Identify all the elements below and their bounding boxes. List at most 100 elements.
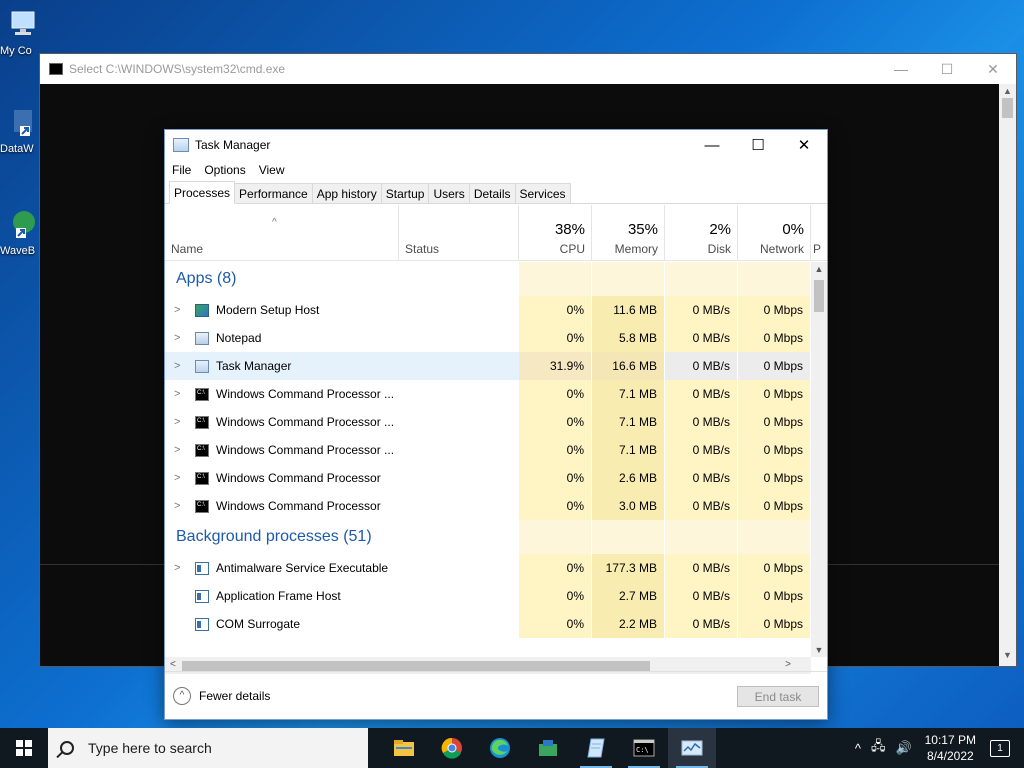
table-row[interactable]: COM Surrogate 0% 2.2 MB 0 MB/s 0 Mbps (165, 610, 811, 638)
tab-services[interactable]: Services (514, 183, 571, 203)
process-cpu: 0% (519, 464, 592, 492)
search-icon (60, 741, 74, 755)
scroll-down-icon[interactable]: ▼ (999, 650, 1016, 664)
cmd-titlebar[interactable]: Select C:\WINDOWS\system32\cmd.exe — ☐ ✕ (40, 54, 1016, 84)
close-button[interactable]: ✕ (781, 130, 827, 160)
taskbar-setup[interactable] (524, 728, 572, 768)
scroll-down-icon[interactable]: ▼ (811, 645, 827, 655)
taskbar-task-manager[interactable] (668, 728, 716, 768)
notification-center-icon[interactable]: 1 (990, 739, 1010, 757)
volume-icon[interactable]: 🔊 (895, 740, 911, 756)
chevron-right-icon[interactable]: > (174, 500, 180, 512)
scroll-thumb[interactable] (814, 280, 824, 312)
group-title: Apps (8) (176, 270, 237, 287)
process-network: 0 Mbps (738, 380, 811, 408)
chevron-right-icon[interactable]: > (174, 360, 180, 372)
column-power[interactable]: P (811, 205, 827, 260)
chevron-right-icon[interactable]: > (174, 388, 180, 400)
desktop-icon-my-computer[interactable]: My Co (0, 8, 44, 57)
table-row[interactable]: > Task Manager 31.9% 16.6 MB 0 MB/s 0 Mbps (165, 352, 811, 380)
process-memory: 2.2 MB (592, 610, 665, 638)
process-rows: Apps (8) > Modern Setup Host 0% 11.6 MB 0 MB/… (165, 262, 811, 657)
tab-details[interactable]: Details (468, 183, 516, 203)
tab-users[interactable]: Users (428, 183, 470, 203)
column-memory[interactable]: 35% Memory (592, 205, 665, 260)
chevron-right-icon[interactable]: > (174, 304, 180, 316)
tab-app-history[interactable]: App history (311, 183, 382, 203)
process-status (398, 436, 519, 464)
maximize-button[interactable]: ☐ (735, 130, 781, 160)
taskbar-edge[interactable] (476, 728, 524, 768)
menu-file[interactable]: File (172, 163, 191, 177)
minimize-button[interactable]: — (689, 130, 735, 160)
chevron-right-icon[interactable]: > (174, 444, 180, 456)
column-status[interactable]: Status (399, 205, 519, 260)
column-network[interactable]: 0% Network (738, 205, 811, 260)
taskbar-notepad[interactable] (572, 728, 620, 768)
chevron-right-icon[interactable]: > (174, 332, 180, 344)
process-memory: 7.1 MB (592, 380, 665, 408)
scroll-up-icon[interactable]: ▲ (811, 264, 827, 274)
scroll-thumb[interactable] (182, 661, 650, 671)
taskbar-file-explorer[interactable] (380, 728, 428, 768)
clock-time: 10:17 PM (924, 733, 976, 747)
desktop-icon-dataw[interactable]: DataW (0, 106, 44, 155)
table-row[interactable]: >Windows Command Processor ...0%7.1 MB0 … (165, 380, 811, 408)
process-status (398, 582, 519, 610)
desktop-icon-waveb[interactable]: WaveB (0, 208, 44, 257)
table-row[interactable]: > Notepad 0% 5.8 MB 0 MB/s 0 Mbps (165, 324, 811, 352)
table-row[interactable]: > Antimalware Service Executable 0% 177.3 M… (165, 554, 811, 582)
scroll-thumb[interactable] (1002, 98, 1013, 118)
table-row[interactable]: > Modern Setup Host 0% 11.6 MB 0 MB/s 0 Mbps (165, 296, 811, 324)
cmd-scrollbar[interactable]: ▲ ▼ (999, 84, 1016, 666)
task-manager-window[interactable]: Task Manager — ☐ ✕ File Options View Pro… (164, 129, 828, 720)
process-disk: 0 MB/s (665, 352, 738, 380)
column-disk[interactable]: 2% Disk (665, 205, 738, 260)
close-button[interactable]: ✕ (970, 54, 1016, 84)
process-network: 0 Mbps (738, 610, 811, 638)
shortcut-icon (13, 211, 35, 238)
group-header[interactable]: Apps (8) (165, 262, 811, 296)
chevron-right-icon[interactable]: > (174, 416, 180, 428)
start-button[interactable] (0, 728, 48, 768)
tab-startup[interactable]: Startup (380, 183, 430, 203)
maximize-button[interactable]: ☐ (924, 54, 970, 84)
service-icon (195, 617, 209, 631)
show-hidden-icons-chevron-icon[interactable]: ^ (855, 741, 861, 756)
table-row[interactable]: Application Frame Host 0% 2.7 MB 0 MB/s 0 Mb… (165, 582, 811, 610)
setup-icon (195, 303, 209, 317)
taskbar-chrome[interactable] (428, 728, 476, 768)
process-network: 0 Mbps (738, 324, 811, 352)
table-row[interactable]: >Windows Command Processor ...0%7.1 MB0 … (165, 408, 811, 436)
chevron-right-icon[interactable]: > (174, 562, 180, 574)
minimize-button[interactable]: — (878, 54, 924, 84)
table-row[interactable]: >Windows Command Processor ...0%7.1 MB0 … (165, 436, 811, 464)
vertical-scrollbar[interactable]: ▲ ▼ (811, 262, 827, 657)
taskbar-cmd[interactable]: C:\ (620, 728, 668, 768)
table-row[interactable]: > Windows Command Processor 0%2.6 MB0 MB/s… (165, 464, 811, 492)
scroll-left-icon[interactable]: < (170, 659, 176, 670)
table-row[interactable]: > Windows Command Processor 0%3.0 MB0 MB/s… (165, 492, 811, 520)
tab-processes[interactable]: Processes (169, 181, 236, 204)
process-name: Antimalware Service Executable (216, 561, 389, 575)
menu-view[interactable]: View (259, 163, 285, 177)
clock[interactable]: 10:17 PM 8/4/2022 (925, 732, 976, 764)
menu-options[interactable]: Options (204, 163, 245, 177)
fewer-details-button[interactable]: ^ Fewer details (173, 686, 270, 705)
process-memory: 2.7 MB (592, 582, 665, 610)
column-cpu[interactable]: 38% CPU (519, 205, 592, 260)
scroll-right-icon[interactable]: > (785, 659, 791, 670)
disk-total: 2% (709, 221, 731, 238)
chevron-right-icon[interactable]: > (174, 472, 180, 484)
process-name: Windows Command Processor ... (216, 387, 395, 401)
end-task-button[interactable]: End task (737, 686, 819, 707)
process-memory: 16.6 MB (592, 352, 665, 380)
column-name[interactable]: ^ Name (165, 205, 399, 260)
group-header[interactable]: Background processes (51) (165, 520, 811, 554)
column-label: CPU (559, 242, 585, 256)
tab-performance[interactable]: Performance (234, 183, 313, 203)
taskbar-search-box[interactable]: Type here to search (48, 728, 368, 768)
tm-titlebar[interactable]: Task Manager — ☐ ✕ (165, 130, 827, 160)
network-icon[interactable]: 🖧 (871, 737, 886, 759)
process-status (398, 296, 519, 324)
